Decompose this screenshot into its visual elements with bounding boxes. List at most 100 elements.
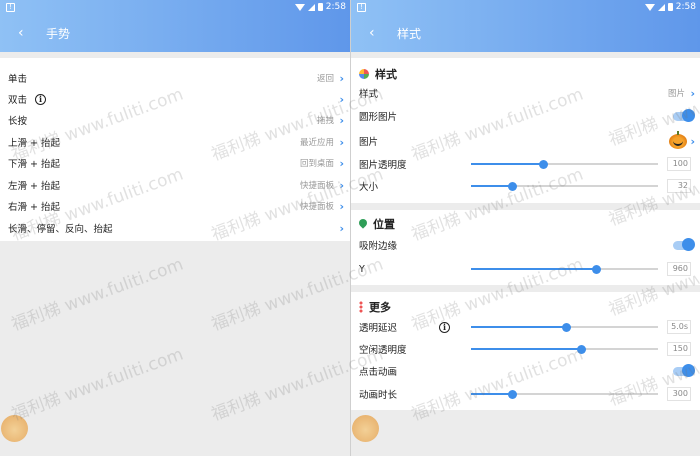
gesture-screen: ! 2:58 ‹ 手势 单击 返回 › 双击 i › 长按 拖拽 › 上滑 + … <box>0 0 350 456</box>
pumpkin-image-icon <box>669 130 687 149</box>
section-title: 更多 <box>369 301 391 314</box>
status-bar: ! 2:58 <box>0 0 350 14</box>
row-label: 单击 <box>8 74 28 85</box>
idle-opacity-slider[interactable] <box>471 344 658 354</box>
gesture-row-swipe-right[interactable]: 右滑 + 抬起 快捷面板 › <box>8 198 344 214</box>
chevron-right-icon: › <box>690 134 695 148</box>
animation-duration-value[interactable]: 300 <box>667 387 691 401</box>
row-label: 左滑 + 抬起 <box>8 181 60 192</box>
tap-animation-toggle[interactable] <box>673 364 695 377</box>
row-value: 返回 <box>316 74 334 84</box>
row-label: 点击动画 <box>359 367 398 378</box>
row-label: 长滑、停留、反向、抬起 <box>8 224 113 235</box>
gesture-list: 单击 返回 › 双击 i › 长按 拖拽 › 上滑 + 抬起 最近应用 › 下滑… <box>0 58 350 241</box>
section-title: 位置 <box>373 218 395 231</box>
section-title: 样式 <box>375 68 397 81</box>
chevron-right-icon: › <box>690 86 695 100</box>
section-header-more: 更多 <box>359 298 391 316</box>
row-label: 吸附边缘 <box>359 241 398 252</box>
opacity-delay-value[interactable]: 5.0s <box>667 320 691 334</box>
chevron-right-icon: › <box>339 178 344 192</box>
animation-duration-slider[interactable] <box>471 389 658 399</box>
row-value: 快捷面板 <box>299 202 334 212</box>
row-label: 长按 <box>8 116 28 127</box>
size-slider[interactable] <box>471 181 658 191</box>
slider-knob[interactable] <box>507 389 517 399</box>
info-icon[interactable]: i <box>35 93 47 105</box>
snap-edge-toggle[interactable] <box>673 238 695 251</box>
signal-icon <box>657 3 665 11</box>
section-header-position: 位置 <box>359 215 395 233</box>
palette-icon <box>359 69 369 79</box>
y-position-slider[interactable] <box>471 264 658 274</box>
wifi-icon <box>644 3 655 11</box>
size-row: 大小 32 <box>359 178 695 194</box>
round-image-row[interactable]: 圆形图片 <box>359 108 695 124</box>
slider-knob[interactable] <box>539 159 549 169</box>
more-vert-icon <box>359 301 363 313</box>
position-section: 位置 吸附边缘 Y 960 <box>351 210 700 285</box>
image-opacity-value[interactable]: 100 <box>667 157 691 171</box>
location-pin-icon <box>359 219 367 229</box>
row-label: 大小 <box>359 182 379 193</box>
animation-duration-row: 动画时长 300 <box>359 386 695 402</box>
chevron-right-icon: › <box>339 221 344 235</box>
slider-knob[interactable] <box>591 264 601 274</box>
y-position-row: Y 960 <box>359 261 695 277</box>
y-position-value[interactable]: 960 <box>667 262 691 276</box>
row-value: 快捷面板 <box>299 181 334 191</box>
snap-edge-row[interactable]: 吸附边缘 <box>359 237 695 253</box>
round-image-toggle[interactable] <box>673 109 695 122</box>
opacity-delay-slider[interactable] <box>471 322 658 332</box>
image-opacity-row: 图片透明度 100 <box>359 156 695 172</box>
style-type-row[interactable]: 样式 图片 › <box>359 85 695 101</box>
row-label: 图片 <box>359 137 379 148</box>
gesture-row-single-tap[interactable]: 单击 返回 › <box>8 70 344 86</box>
size-value[interactable]: 32 <box>667 179 691 193</box>
page-title: 样式 <box>397 26 422 41</box>
gesture-row-long-press[interactable]: 长按 拖拽 › <box>8 112 344 128</box>
style-section: 样式 样式 图片 › 圆形图片 图片 › 图片透明度 100 大小 32 <box>351 58 700 203</box>
image-opacity-slider[interactable] <box>471 159 658 169</box>
row-label: 样式 <box>359 89 379 100</box>
gesture-row-swipe-left[interactable]: 左滑 + 抬起 快捷面板 › <box>8 177 344 193</box>
slider-knob[interactable] <box>561 322 571 332</box>
back-arrow-icon[interactable]: ‹ <box>369 25 397 41</box>
gesture-row-swipe-down[interactable]: 下滑 + 抬起 回到桌面 › <box>8 155 344 171</box>
floating-ball-icon[interactable] <box>1 415 28 442</box>
row-value: 回到桌面 <box>299 159 334 169</box>
notification-icon: ! <box>6 3 15 12</box>
section-header-style: 样式 <box>359 65 397 83</box>
floating-ball-icon[interactable] <box>352 415 379 442</box>
app-bar: ! 2:58 ‹ 手势 <box>0 0 350 52</box>
info-icon[interactable]: i <box>439 321 451 333</box>
more-section: 更多 透明延迟 i 5.0s 空闲透明度 150 点击动画 动画时长 300 <box>351 292 700 410</box>
slider-knob[interactable] <box>576 344 586 354</box>
row-value: 图片 <box>667 89 685 99</box>
idle-opacity-value[interactable]: 150 <box>667 342 691 356</box>
gesture-row-double-tap[interactable]: 双击 i › <box>8 91 344 107</box>
row-value: 拖拽 <box>316 116 334 126</box>
signal-icon <box>307 3 315 11</box>
row-label: 下滑 + 抬起 <box>8 159 60 170</box>
back-arrow-icon[interactable]: ‹ <box>18 25 46 41</box>
chevron-right-icon: › <box>339 92 344 106</box>
tap-animation-row[interactable]: 点击动画 <box>359 363 695 379</box>
page-title: 手势 <box>46 26 71 41</box>
image-row[interactable]: 图片 › <box>359 130 695 149</box>
notification-icon: ! <box>357 3 366 12</box>
gesture-row-swipe-up[interactable]: 上滑 + 抬起 最近应用 › <box>8 134 344 150</box>
battery-icon <box>317 3 323 11</box>
row-label: 圆形图片 <box>359 112 398 123</box>
chevron-right-icon: › <box>339 156 344 170</box>
slider-knob[interactable] <box>507 181 517 191</box>
gesture-row-long-swipe[interactable]: 长滑、停留、反向、抬起 › <box>8 220 344 236</box>
idle-opacity-row: 空闲透明度 150 <box>359 341 695 357</box>
chevron-right-icon: › <box>339 135 344 149</box>
opacity-delay-row: 透明延迟 i 5.0s <box>359 319 695 335</box>
chevron-right-icon: › <box>339 199 344 213</box>
chevron-right-icon: › <box>339 113 344 127</box>
row-label: 图片透明度 <box>359 160 407 171</box>
row-label: Y <box>359 263 365 275</box>
row-label: 空闲透明度 <box>359 345 407 356</box>
